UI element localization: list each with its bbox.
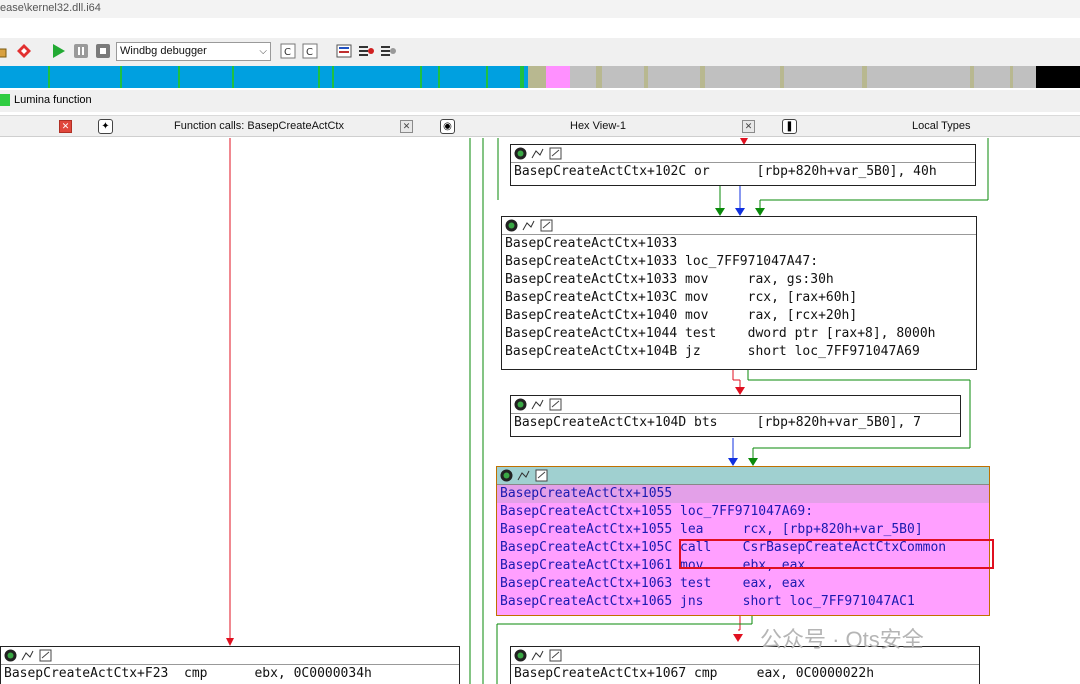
asm-line[interactable]: BasepCreateActCtx+1044 test dword ptr [r… bbox=[502, 325, 976, 343]
list-view-icon[interactable] bbox=[336, 43, 352, 59]
asm-line[interactable]: BasepCreateActCtx+1040 mov rax, [rcx+20h… bbox=[502, 307, 976, 325]
node-color-icon[interactable] bbox=[514, 649, 527, 662]
close-icon[interactable]: ✕ bbox=[59, 120, 72, 133]
asm-line[interactable]: BasepCreateActCtx+104D bts [rbp+820h+var… bbox=[511, 414, 960, 432]
asm-line[interactable]: BasepCreateActCtx+1065 jns short loc_7FF… bbox=[497, 593, 989, 611]
window-title-bar: ease\kernel32.dll.i64 bbox=[0, 0, 1080, 18]
graph-node-f23[interactable]: BasepCreateActCtx+F23 cmp ebx, 0C0000034… bbox=[0, 646, 460, 684]
node-header bbox=[502, 217, 976, 235]
set-node-color-icon[interactable] bbox=[522, 219, 535, 232]
set-node-color-icon[interactable] bbox=[531, 147, 544, 160]
group-nodes-icon[interactable] bbox=[549, 147, 562, 160]
node-color-icon[interactable] bbox=[514, 398, 527, 411]
node-header bbox=[511, 396, 960, 414]
asm-line[interactable]: BasepCreateActCtx+1063 test eax, eax bbox=[497, 575, 989, 593]
tab-local-types[interactable]: Local Types bbox=[912, 120, 971, 132]
tab-function-calls[interactable]: Function calls: BasepCreateActCtx bbox=[174, 120, 344, 132]
lumina-swatch bbox=[0, 94, 10, 106]
legend-label: Lumina function bbox=[14, 94, 92, 106]
node-header bbox=[511, 145, 975, 163]
tab-hex-view[interactable]: Hex View-1 bbox=[570, 120, 626, 132]
asm-line[interactable]: BasepCreateActCtx+1033 bbox=[502, 235, 976, 253]
group-nodes-icon[interactable] bbox=[39, 649, 52, 662]
group-nodes-icon[interactable] bbox=[549, 398, 562, 411]
graph-node-102c[interactable]: BasepCreateActCtx+102C or [rbp+820h+var_… bbox=[510, 144, 976, 186]
stop-icon[interactable] bbox=[95, 43, 111, 59]
hex-view-icon: ◉ bbox=[440, 119, 455, 134]
group-nodes-icon[interactable] bbox=[549, 649, 562, 662]
svg-text:C: C bbox=[284, 47, 291, 58]
debug-icon[interactable] bbox=[0, 43, 10, 59]
debugger-toolbar: Windbg debugger ⌵ C C bbox=[0, 38, 1080, 66]
navigation-band[interactable] bbox=[0, 66, 1080, 88]
attach-icon[interactable]: C bbox=[280, 43, 296, 59]
asm-line[interactable]: BasepCreateActCtx+103C mov rcx, [rax+60h… bbox=[502, 289, 976, 307]
play-icon[interactable] bbox=[50, 43, 66, 59]
node-color-icon[interactable] bbox=[500, 469, 513, 482]
set-node-color-icon[interactable] bbox=[21, 649, 34, 662]
asm-line[interactable]: BasepCreateActCtx+1033 loc_7FF971047A47: bbox=[502, 253, 976, 271]
debugger-select[interactable]: Windbg debugger ⌵ bbox=[116, 42, 271, 61]
legend-bar: Lumina function bbox=[0, 90, 1080, 112]
remove-breakpoint-list-icon[interactable] bbox=[380, 43, 396, 59]
asm-line[interactable]: BasepCreateActCtx+1055 bbox=[497, 485, 989, 503]
node-color-icon[interactable] bbox=[514, 147, 527, 160]
highlight-box bbox=[679, 539, 994, 569]
close-icon[interactable]: ✕ bbox=[400, 120, 413, 133]
node-header bbox=[497, 467, 989, 485]
asm-line[interactable]: BasepCreateActCtx+1055 lea rcx, [rbp+820… bbox=[497, 521, 989, 539]
asm-line[interactable]: BasepCreateActCtx+F23 cmp ebx, 0C0000034… bbox=[1, 665, 459, 683]
node-color-icon[interactable] bbox=[4, 649, 17, 662]
add-breakpoint-list-icon[interactable] bbox=[358, 43, 374, 59]
asm-line[interactable]: BasepCreateActCtx+1067 cmp eax, 0C000002… bbox=[511, 665, 979, 683]
asm-line[interactable]: BasepCreateActCtx+102C or [rbp+820h+var_… bbox=[511, 163, 975, 181]
local-types-icon: ❚ bbox=[782, 119, 797, 134]
asm-line[interactable]: BasepCreateActCtx+1055 loc_7FF971047A69: bbox=[497, 503, 989, 521]
graph-view[interactable]: BasepCreateActCtx+102C or [rbp+820h+var_… bbox=[0, 138, 1080, 684]
asm-line[interactable]: BasepCreateActCtx+1033 mov rax, gs:30h bbox=[502, 271, 976, 289]
group-nodes-icon[interactable] bbox=[540, 219, 553, 232]
node-color-icon[interactable] bbox=[505, 219, 518, 232]
asm-line[interactable]: BasepCreateActCtx+104B jz short loc_7FF9… bbox=[502, 343, 976, 361]
node-header bbox=[1, 647, 459, 665]
breakpoint-icon[interactable] bbox=[16, 43, 32, 59]
chevron-down-icon: ⌵ bbox=[259, 46, 267, 57]
window-title: ease\kernel32.dll.i64 bbox=[0, 2, 101, 14]
set-node-color-icon[interactable] bbox=[517, 469, 530, 482]
svg-text:C: C bbox=[306, 47, 313, 58]
function-calls-icon: ✦ bbox=[98, 119, 113, 134]
watermark: 公众号 · Ots安全 bbox=[760, 627, 924, 652]
pause-icon[interactable] bbox=[73, 43, 89, 59]
set-node-color-icon[interactable] bbox=[531, 649, 544, 662]
reattach-icon[interactable]: C bbox=[302, 43, 318, 59]
tab-bar: ✕ ✦ Function calls: BasepCreateActCtx ✕ … bbox=[0, 115, 1080, 137]
graph-node-104d[interactable]: BasepCreateActCtx+104D bts [rbp+820h+var… bbox=[510, 395, 961, 437]
graph-node-1033[interactable]: BasepCreateActCtx+1033 BasepCreateActCtx… bbox=[501, 216, 977, 370]
group-nodes-icon[interactable] bbox=[535, 469, 548, 482]
set-node-color-icon[interactable] bbox=[531, 398, 544, 411]
close-icon[interactable]: ✕ bbox=[742, 120, 755, 133]
